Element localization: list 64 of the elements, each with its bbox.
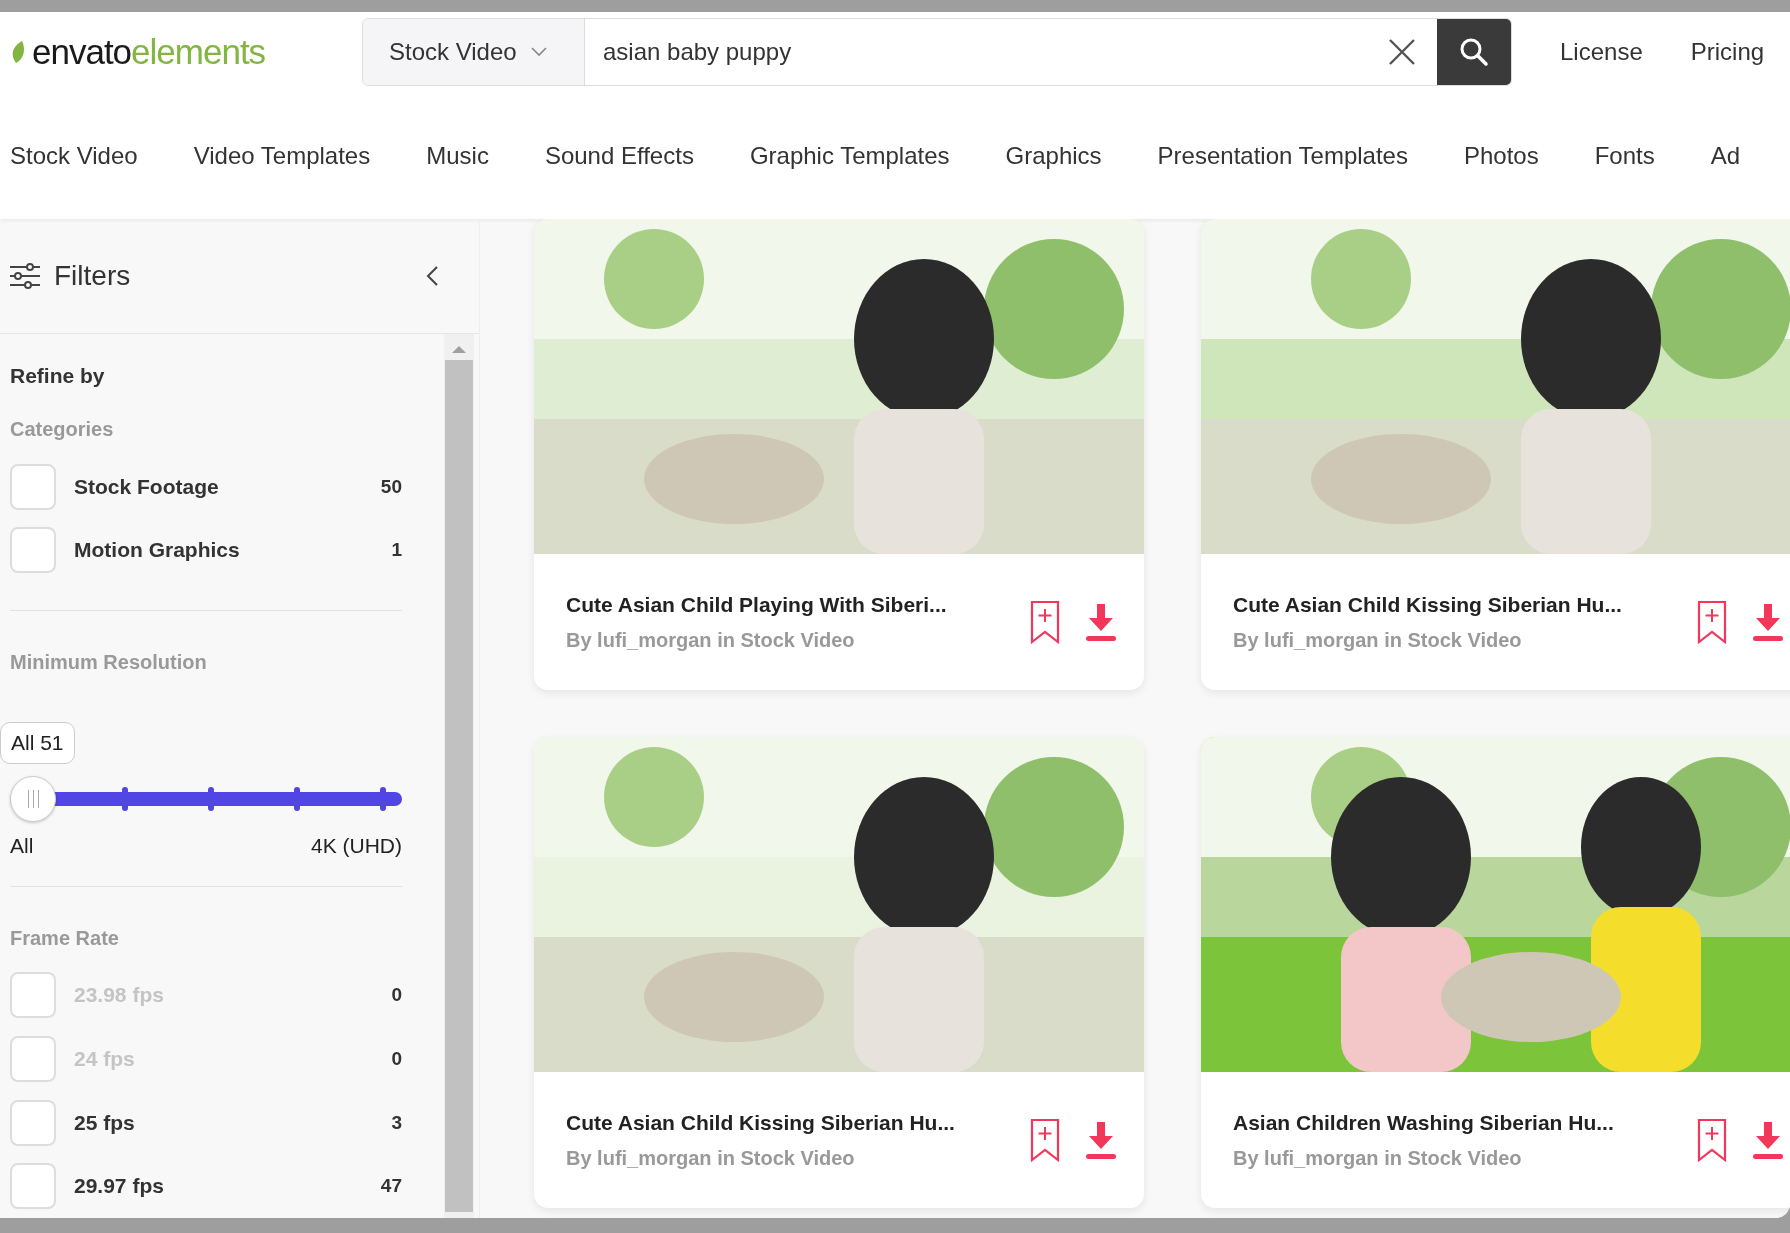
scrollbar[interactable] bbox=[444, 334, 474, 1218]
checkbox[interactable] bbox=[10, 527, 56, 574]
download-icon[interactable] bbox=[1751, 1120, 1785, 1160]
slider-min-label: All bbox=[10, 833, 34, 858]
download-icon[interactable] bbox=[1084, 1120, 1118, 1160]
video-title[interactable]: Cute Asian Child Playing With Siberi... bbox=[566, 592, 1006, 617]
collapse-icon[interactable] bbox=[425, 265, 439, 287]
video-byline: By lufi_morgan in Stock Video bbox=[566, 1146, 856, 1170]
checkbox[interactable] bbox=[10, 1163, 56, 1210]
nav-link[interactable]: Stock Video bbox=[10, 141, 138, 170]
nav-link[interactable]: Graphic Templates bbox=[749, 141, 950, 170]
bookmark-icon[interactable] bbox=[1030, 600, 1060, 644]
logo[interactable]: envatoelements bbox=[10, 32, 362, 72]
result-count: 1 bbox=[391, 539, 402, 562]
video-title[interactable]: Cute Asian Child Kissing Siberian Hu... bbox=[1233, 592, 1673, 617]
category-dropdown[interactable]: Stock Video bbox=[363, 19, 585, 85]
slider-tooltip: All 51 bbox=[0, 722, 75, 765]
download-icon[interactable] bbox=[1751, 602, 1785, 642]
nav-link[interactable]: Ad bbox=[1710, 141, 1741, 170]
nav-link[interactable]: Music bbox=[426, 141, 489, 170]
section-heading: Categories bbox=[10, 418, 115, 441]
filter-label: Motion Graphics bbox=[74, 538, 241, 563]
download-icon[interactable] bbox=[1084, 602, 1118, 642]
chevron-down-icon bbox=[530, 47, 547, 57]
nav-link[interactable]: Video Templates bbox=[193, 141, 371, 170]
video-title[interactable]: Cute Asian Child Kissing Siberian Hu... bbox=[566, 1110, 1006, 1135]
result-count: 47 bbox=[380, 1175, 402, 1198]
video-byline: By lufi_morgan in Stock Video bbox=[566, 628, 856, 652]
video-title[interactable]: Asian Children Washing Siberian Hu... bbox=[1233, 1110, 1673, 1135]
bookmark-icon[interactable] bbox=[1030, 1118, 1060, 1162]
filter-icon bbox=[10, 263, 40, 289]
result-count: 50 bbox=[380, 475, 402, 498]
search-icon[interactable] bbox=[1437, 19, 1511, 85]
result-count: 0 bbox=[391, 984, 402, 1007]
video-card[interactable]: Cute Asian Child Playing With Siberi... By lufi_morgan in Stock Video bbox=[534, 219, 1144, 690]
nav-link[interactable]: Presentation Templates bbox=[1157, 141, 1408, 170]
section-heading: Frame Rate bbox=[10, 926, 120, 950]
checkbox[interactable] bbox=[10, 463, 56, 510]
result-count: 0 bbox=[391, 1047, 402, 1070]
video-byline: By lufi_morgan in Stock Video bbox=[1233, 628, 1523, 652]
video-byline: By lufi_morgan in Stock Video bbox=[1233, 1146, 1523, 1170]
slider-max-label: 4K (UHD) bbox=[311, 833, 402, 858]
section-title: Refine by bbox=[10, 364, 106, 388]
video-card[interactable]: Asian Children Washing Siberian Hu... By lufi_morgan in Stock Video bbox=[1201, 737, 1790, 1208]
video-card[interactable]: Cute Asian Child Kissing Siberian Hu... By lufi_morgan in Stock Video bbox=[1201, 219, 1790, 690]
result-count: 3 bbox=[391, 1111, 402, 1134]
header-link[interactable]: Pricing bbox=[1690, 38, 1765, 66]
slider-handle[interactable] bbox=[10, 776, 56, 823]
filter-label: 29.97 fps bbox=[74, 1174, 165, 1199]
bookmark-icon[interactable] bbox=[1697, 1118, 1727, 1162]
filter-label: Stock Footage bbox=[74, 474, 220, 499]
scroll-up-icon[interactable] bbox=[451, 344, 467, 354]
nav-link[interactable]: Photos bbox=[1463, 141, 1539, 170]
nav-link[interactable]: Fonts bbox=[1594, 141, 1655, 170]
nav-link[interactable]: Graphics bbox=[1005, 141, 1102, 170]
search-bar[interactable]: Stock Video asian baby puppy bbox=[362, 18, 1512, 86]
bookmark-icon[interactable] bbox=[1697, 600, 1727, 644]
checkbox[interactable] bbox=[10, 1099, 56, 1146]
section-heading: Minimum Resolution bbox=[10, 651, 208, 675]
panel-title: Filters bbox=[54, 260, 132, 292]
header-link[interactable]: License bbox=[1560, 38, 1643, 66]
filter-label: 25 fps bbox=[74, 1110, 136, 1135]
nav-link[interactable]: Sound Effects bbox=[544, 141, 694, 170]
video-card[interactable]: Cute Asian Child Kissing Siberian Hu... By lufi_morgan in Stock Video bbox=[534, 737, 1144, 1208]
